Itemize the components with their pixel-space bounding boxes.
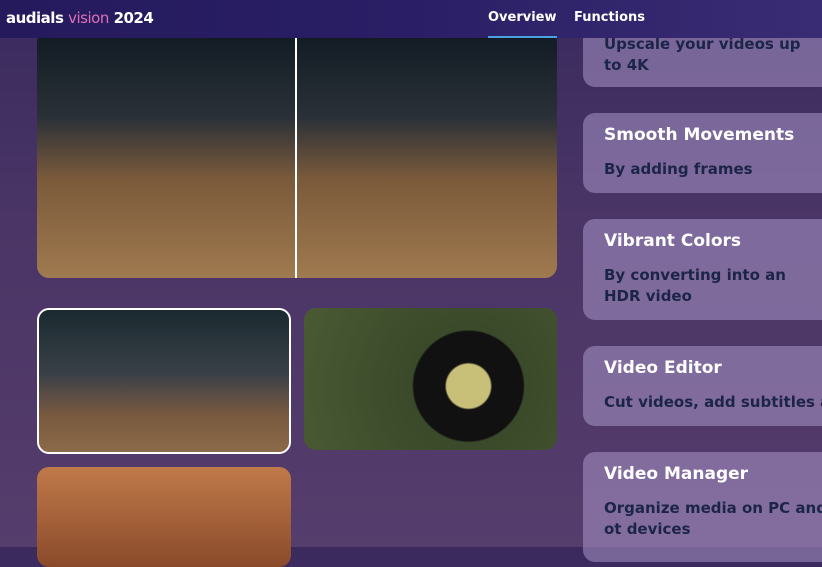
feature-card-video-manager[interactable]: Video Manager Organize media on PC and o…: [583, 452, 822, 562]
feature-title: Video Editor: [604, 358, 722, 378]
feature-desc: Upscale your videos up to 4K: [604, 35, 801, 74]
feature-desc: By converting into an HDR video: [604, 266, 786, 305]
logo[interactable]: audials vision 2024: [6, 9, 154, 27]
feature-card-video-editor[interactable]: Video Editor Cut videos, add subtitles a…: [583, 346, 822, 426]
logo-text: audials: [6, 9, 64, 27]
nav-overview[interactable]: Overview: [488, 10, 557, 38]
video-thumbnail-toucan[interactable]: [304, 308, 557, 450]
feature-title: Smooth Movements: [604, 125, 795, 145]
video-thumbnail-basketball[interactable]: [37, 308, 291, 454]
feature-title: Video Manager: [604, 464, 749, 484]
comparison-video[interactable]: [37, 30, 557, 278]
feature-card-vibrant-colors[interactable]: Vibrant Colors By converting into an HDR…: [583, 219, 822, 320]
feature-card-smooth-movements[interactable]: Smooth Movements By adding frames: [583, 113, 822, 193]
logo-text-vision: vision: [68, 9, 109, 27]
feature-desc: Organize media on PC and ot devices: [604, 499, 822, 538]
logo-year: 2024: [113, 9, 154, 27]
feature-desc: Cut videos, add subtitles and: [604, 393, 822, 411]
comparison-slider[interactable]: [295, 30, 297, 278]
nav-functions[interactable]: Functions: [574, 10, 645, 25]
feature-title: Vibrant Colors: [604, 231, 742, 251]
header: audials vision 2024 Overview Functions: [0, 0, 822, 38]
video-thumbnail-desert[interactable]: [37, 467, 291, 567]
feature-desc: By adding frames: [604, 160, 753, 178]
